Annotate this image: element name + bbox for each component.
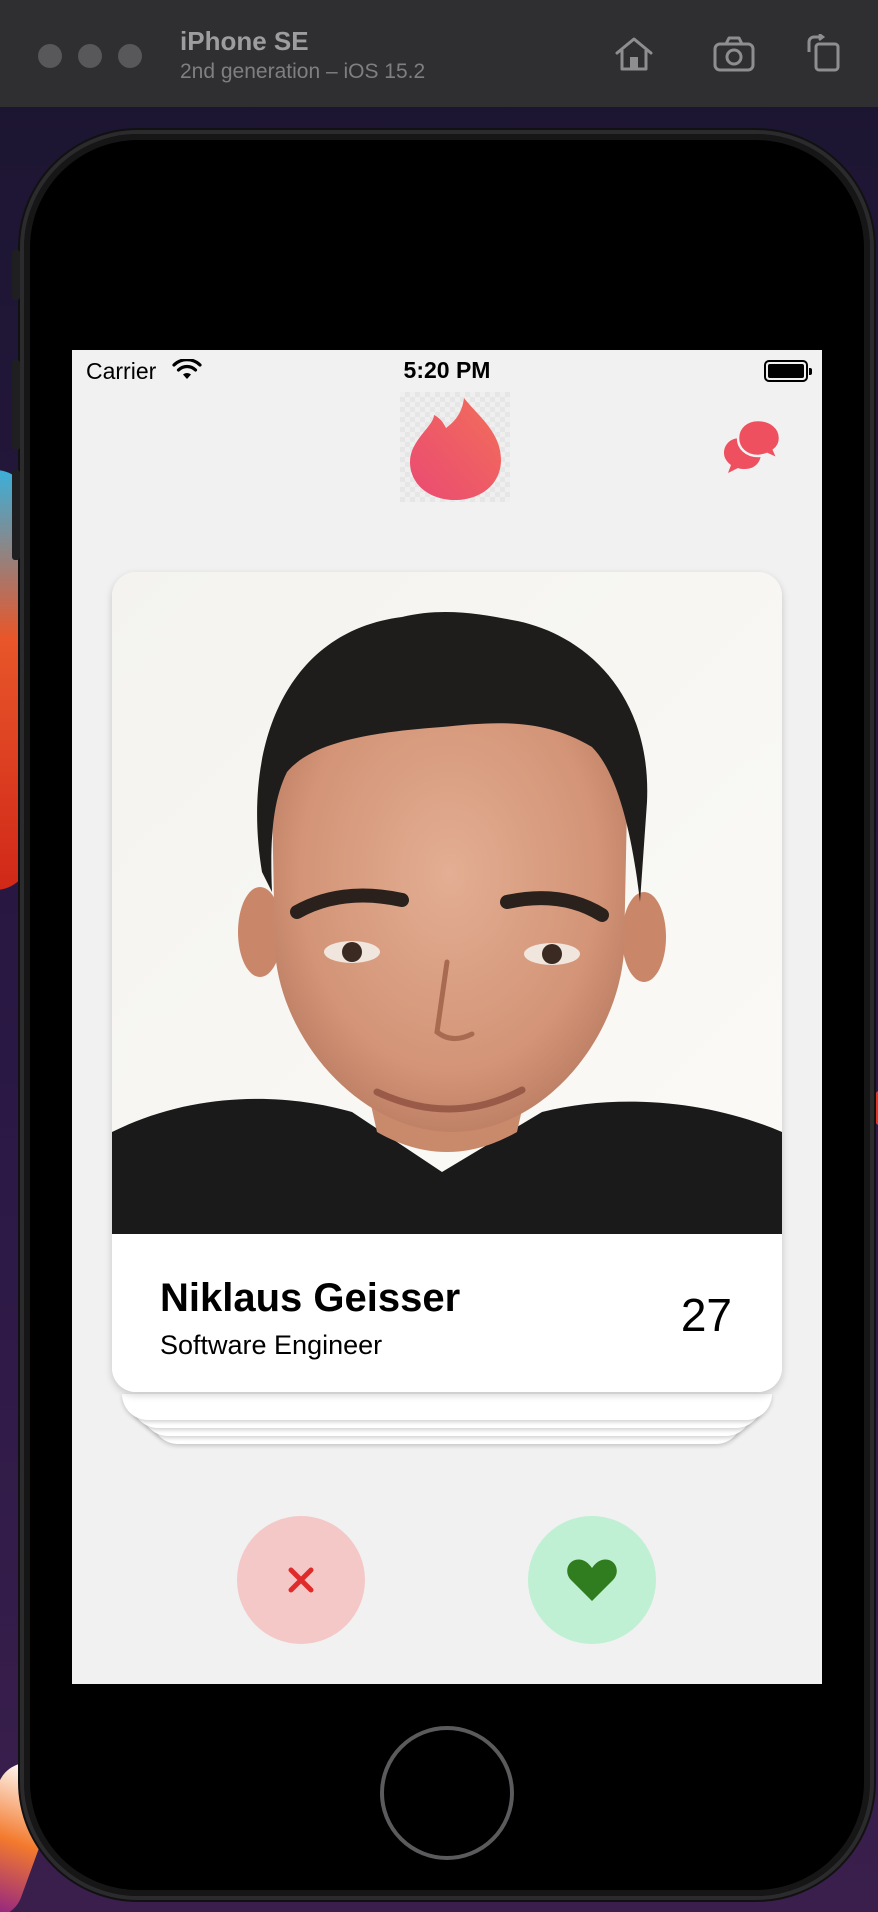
- chat-bubbles-icon: [724, 418, 782, 473]
- profile-job: Software Engineer: [160, 1330, 383, 1360]
- wallpaper-accent: [874, 1090, 878, 1126]
- rotate-icon: [807, 34, 840, 72]
- status-bar: Carrier 5:20 PM: [72, 350, 822, 390]
- clock: 5:20 PM: [403, 357, 491, 383]
- volume-up-button: [12, 360, 20, 450]
- rotate-button[interactable]: [800, 30, 848, 78]
- app-screen: Carrier 5:20 PM Niklaus Geisser Software…: [72, 350, 822, 1684]
- device-home-button[interactable]: [380, 1726, 514, 1860]
- home-button-toolbar[interactable]: [610, 30, 658, 78]
- messages-button[interactable]: [722, 416, 782, 476]
- app-logo: [400, 392, 510, 502]
- device-subtitle: 2nd generation – iOS 15.2: [180, 60, 426, 83]
- silent-switch: [12, 250, 20, 300]
- dislike-button[interactable]: [237, 1516, 365, 1644]
- profile-info: Niklaus Geisser Software Engineer 27: [112, 1234, 782, 1392]
- screenshot-icon: [713, 36, 755, 72]
- flame-icon: [410, 398, 501, 500]
- desktop-background: iPhone SE 2nd generation – iOS 15.2 Carr…: [0, 0, 878, 1912]
- close-window-button[interactable]: [38, 44, 62, 68]
- profile-name: Niklaus Geisser: [160, 1276, 461, 1320]
- profile-age: 27: [680, 1289, 732, 1341]
- simulator-title-bar: iPhone SE 2nd generation – iOS 15.2: [0, 0, 878, 108]
- profile-card[interactable]: Niklaus Geisser Software Engineer 27: [112, 572, 782, 1392]
- zoom-window-button[interactable]: [118, 44, 142, 68]
- battery-icon: [764, 360, 812, 382]
- volume-down-button: [12, 470, 20, 560]
- card-stack-layer: [122, 1394, 772, 1420]
- device-name: iPhone SE: [180, 26, 309, 56]
- home-icon: [615, 37, 653, 71]
- profile-photo: [112, 572, 782, 1234]
- minimize-window-button[interactable]: [78, 44, 102, 68]
- heart-icon: [567, 1559, 617, 1601]
- close-icon: [288, 1567, 314, 1593]
- profile-photo-illustration: [112, 572, 782, 1234]
- screenshot-button[interactable]: [710, 30, 758, 78]
- like-button[interactable]: [528, 1516, 656, 1644]
- battery-level: [768, 364, 804, 378]
